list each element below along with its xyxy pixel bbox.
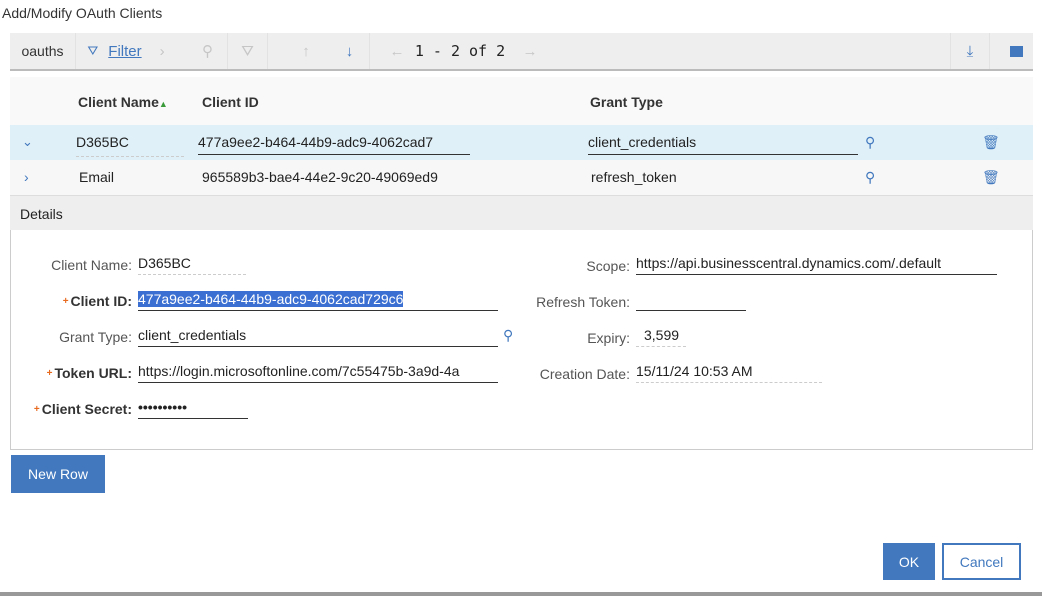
filter-icon: ⛛ <box>87 43 99 58</box>
client-name-cell[interactable]: D365BC <box>76 134 184 157</box>
clear-filter-icon[interactable]: ⛛ <box>228 33 268 69</box>
dialog-title: Add/Modify OAuth Clients <box>2 5 163 21</box>
scope-field[interactable]: https://api.businesscentral.dynamics.com… <box>636 253 997 275</box>
grant-type-label: Grant Type: <box>59 329 132 345</box>
trash-icon[interactable]: 🗑 <box>982 169 1000 186</box>
creation-date-label: Creation Date: <box>539 366 630 382</box>
pagination-text: 1 - 2 of 2 <box>414 42 506 60</box>
table-row[interactable]: › Email 965589b3-bae4-44e2-9c20-49069ed9… <box>10 160 1033 195</box>
token-url-field[interactable]: https://login.microsoftonline.com/7c5547… <box>138 361 498 383</box>
table-row[interactable]: ⌄ D365BC 477a9ee2-b464-44b9-adc9-4062cad… <box>10 125 1033 160</box>
column-grant-type[interactable]: Grant Type <box>590 94 663 110</box>
expiry-value: 3,599 <box>636 325 686 347</box>
filter-button[interactable]: ⛛ Filter › <box>76 33 176 69</box>
expiry-label: Expiry: <box>587 330 630 346</box>
new-row-button[interactable]: New Row <box>11 455 105 493</box>
client-name-label: Client Name: <box>51 257 132 273</box>
sort-ascending-icon: ▲ <box>158 99 168 109</box>
cancel-button[interactable]: Cancel <box>942 543 1021 580</box>
client-id-label: Client ID: <box>10 293 132 309</box>
client-name-cell[interactable]: Email <box>79 169 114 185</box>
details-header: Details <box>10 195 1033 230</box>
refresh-token-field[interactable] <box>636 289 746 311</box>
client-id-cell[interactable]: 477a9ee2-b464-44b9-adc9-4062cad7 <box>198 134 470 155</box>
chevron-right-icon[interactable]: › <box>24 169 29 185</box>
previous-page-icon[interactable]: ← <box>382 33 412 69</box>
table-toolbar: oauths ⛛ Filter › ⚲ ⛛ ↑ ↓ ← 1 - 2 of 2 →… <box>10 33 1033 71</box>
table-name: oauths <box>10 33 76 69</box>
ok-button[interactable]: OK <box>883 543 935 580</box>
table-header: Client Name▲ Client ID Grant Type <box>10 77 1033 125</box>
client-id-field[interactable]: 477a9ee2-b464-44b9-adc9-4062cad729c6 <box>138 289 498 311</box>
search-icon[interactable]: ⚲ <box>865 134 875 151</box>
token-url-label: Token URL: <box>10 365 132 381</box>
grant-type-cell[interactable]: refresh_token <box>591 169 677 185</box>
chevron-right-icon: › <box>159 42 165 60</box>
scope-label: Scope: <box>586 258 630 274</box>
column-client-name[interactable]: Client Name▲ <box>78 94 168 110</box>
arrow-up-icon[interactable]: ↑ <box>286 33 326 69</box>
client-secret-label: Client Secret: <box>10 401 132 417</box>
client-secret-field[interactable]: •••••••••• <box>138 397 248 419</box>
chevron-down-icon[interactable]: ⌄ <box>22 134 33 150</box>
refresh-token-label: Refresh Token: <box>536 294 630 310</box>
collapse-icon[interactable] <box>1000 33 1033 69</box>
creation-date-value: 15/11/24 10:53 AM <box>636 361 822 383</box>
dialog-bottom-border <box>0 592 1042 596</box>
download-icon[interactable]: ⤓ <box>950 33 990 69</box>
grant-type-cell[interactable]: client_credentials <box>588 134 858 155</box>
arrow-down-icon[interactable]: ↓ <box>330 33 370 69</box>
client-id-cell[interactable]: 965589b3-bae4-44e2-9c20-49069ed9 <box>202 169 470 185</box>
search-icon[interactable]: ⚲ <box>865 169 875 186</box>
next-page-icon[interactable]: → <box>515 33 545 69</box>
client-name-value: D365BC <box>138 253 246 275</box>
search-icon[interactable]: ⚲ <box>188 33 228 69</box>
filter-label: Filter <box>108 42 142 60</box>
column-client-id[interactable]: Client ID <box>202 94 259 110</box>
grant-type-field[interactable]: client_credentials <box>138 325 498 347</box>
trash-icon[interactable]: 🗑 <box>982 134 1000 151</box>
